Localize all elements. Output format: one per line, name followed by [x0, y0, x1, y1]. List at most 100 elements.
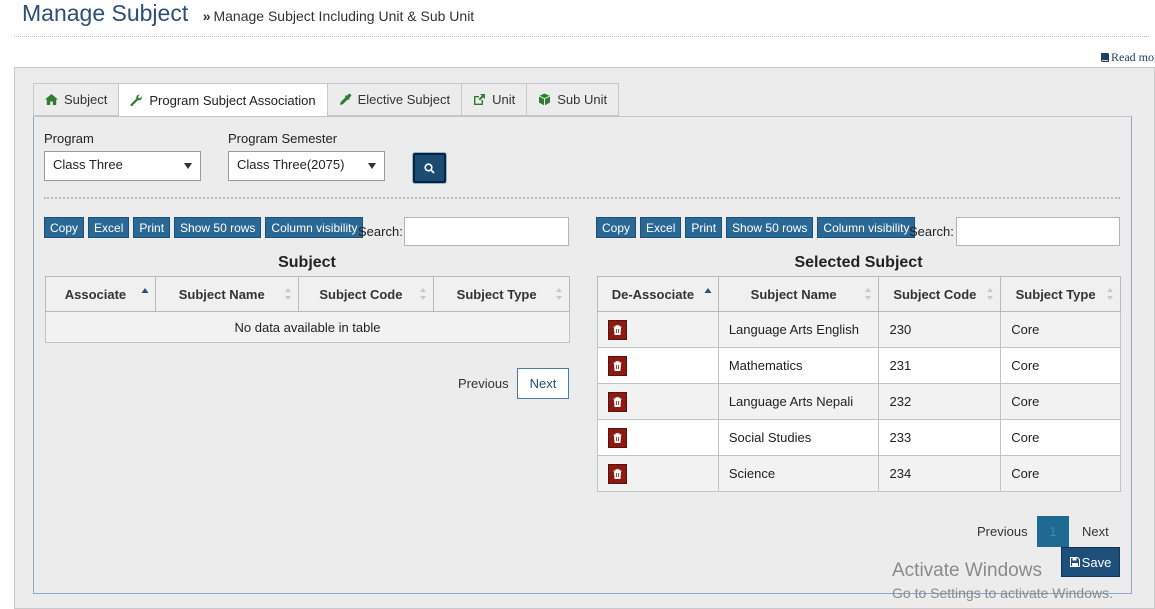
page-title: Manage Subject — [22, 0, 189, 26]
page-header: Manage Subject » Manage Subject Including… — [22, 0, 474, 30]
program-select[interactable]: Class Three — [44, 151, 201, 181]
de-associate-cell — [597, 311, 719, 348]
subject-code-cell: 232 — [878, 383, 1002, 420]
right-copy-button[interactable]: Copy — [596, 217, 637, 238]
program-select-value: Class Three — [53, 157, 123, 172]
tab-unit-label: Unit — [492, 92, 516, 107]
right-show-rows-button[interactable]: Show 50 rows — [726, 217, 814, 238]
column-header-label: Subject Code — [319, 286, 403, 302]
column-header-de-associate[interactable]: De-Associate — [597, 276, 719, 312]
tab-elective-subject[interactable]: Elective Subject — [326, 83, 463, 116]
selected-subject-table-header-row: De-Associate Subject Name Subject Code S… — [597, 276, 1121, 312]
subject-name-cell: Language Arts Nepali — [717, 383, 880, 420]
double-chevron-right-icon: » — [202, 8, 211, 24]
header-divider — [14, 36, 1149, 37]
trash-icon — [613, 432, 622, 443]
program-semester-label: Program Semester — [228, 131, 338, 146]
column-header-label: Subject Name — [750, 286, 837, 302]
left-print-button[interactable]: Print — [133, 217, 171, 238]
read-more-text: Read more — [1111, 50, 1155, 64]
right-print-button[interactable]: Print — [685, 217, 723, 238]
subject-code-cell: 230 — [878, 311, 1002, 348]
subject-name-cell: Language Arts English — [717, 311, 880, 348]
left-pager-previous[interactable]: Previous — [458, 376, 509, 391]
sort-both-icon — [556, 288, 562, 300]
program-semester-select[interactable]: Class Three(2075) — [228, 151, 385, 181]
book-icon — [1101, 53, 1109, 62]
subject-name-cell: Social Studies — [717, 419, 880, 456]
left-excel-button[interactable]: Excel — [88, 217, 130, 238]
right-pager-page-1[interactable]: 1 — [1037, 516, 1069, 547]
subject-table: Associate Subject Name Subject Code Subj… — [45, 276, 570, 343]
delete-button[interactable] — [608, 463, 627, 484]
right-excel-button[interactable]: Excel — [640, 217, 682, 238]
read-more-link[interactable]: Read more — [1100, 50, 1155, 65]
delete-button[interactable] — [608, 319, 627, 340]
column-header-subject-code[interactable]: Subject Code — [297, 276, 435, 312]
tab-program-subject-association-label: Program Subject Association — [149, 92, 316, 108]
tab-subject-label: Subject — [64, 92, 108, 107]
left-column-visibility-button[interactable]: Column visibility — [265, 217, 364, 238]
cube-icon — [539, 93, 551, 106]
tab-sub-unit[interactable]: Sub Unit — [526, 83, 620, 116]
floppy-disk-icon — [1069, 557, 1080, 567]
activate-windows-subtitle: Go to Settings to activate Windows. — [892, 585, 1113, 601]
delete-button[interactable] — [608, 427, 627, 448]
subject-code-cell: 234 — [878, 455, 1002, 492]
subject-code-cell: 233 — [878, 419, 1002, 456]
sort-asc-icon — [704, 288, 712, 293]
de-associate-cell — [597, 347, 719, 384]
caret-down-icon — [368, 163, 376, 169]
search-icon — [424, 162, 435, 174]
de-associate-cell — [597, 383, 719, 420]
column-header-subject-type[interactable]: Subject Type — [1000, 276, 1121, 312]
tab-unit[interactable]: Unit — [461, 83, 528, 116]
column-header-label: Subject Type — [456, 286, 537, 302]
delete-button[interactable] — [608, 355, 627, 376]
table-row: Mathematics 231 Core — [597, 347, 1121, 384]
column-header-label: De-Associate — [611, 286, 695, 302]
column-header-subject-code[interactable]: Subject Code — [878, 276, 1002, 312]
left-search-input[interactable] — [404, 217, 569, 246]
subject-type-cell: Core — [1000, 383, 1121, 420]
tab-subject[interactable]: Subject — [33, 83, 120, 116]
save-button-label: Save — [1081, 554, 1112, 570]
delete-button[interactable] — [608, 391, 627, 412]
right-pager-next[interactable]: Next — [1082, 524, 1109, 539]
left-show-rows-button[interactable]: Show 50 rows — [174, 217, 262, 238]
column-header-subject-name[interactable]: Subject Name — [154, 276, 299, 312]
sort-asc-icon — [141, 288, 149, 293]
table-row: Social Studies 233 Core — [597, 419, 1121, 456]
trash-icon — [613, 324, 622, 335]
subject-type-cell: Core — [1000, 419, 1121, 456]
right-search-label: Search: — [909, 224, 954, 239]
table-row: No data available in table — [45, 311, 570, 343]
right-pager-previous[interactable]: Previous — [977, 524, 1028, 539]
tab-program-subject-association[interactable]: Program Subject Association — [118, 83, 328, 117]
right-search-input[interactable] — [956, 217, 1120, 246]
sort-both-icon — [1107, 288, 1113, 300]
column-header-subject-name[interactable]: Subject Name — [717, 276, 880, 312]
save-button[interactable]: Save — [1061, 547, 1120, 577]
tab-elective-subject-label: Elective Subject — [357, 92, 451, 107]
left-pager-next[interactable]: Next — [517, 368, 569, 399]
trash-icon — [613, 468, 622, 479]
table-row: Science 234 Core — [597, 455, 1121, 492]
subject-code-cell: 231 — [878, 347, 1002, 384]
subject-type-cell: Core — [1000, 455, 1121, 492]
column-header-label: Subject Code — [893, 286, 977, 302]
tab-sub-unit-label: Sub Unit — [557, 92, 608, 107]
column-header-associate[interactable]: Associate — [45, 276, 156, 312]
eyedropper-icon — [339, 93, 351, 105]
column-header-label: Subject Type — [1015, 286, 1096, 302]
filter-search-button[interactable] — [413, 153, 446, 183]
left-copy-button[interactable]: Copy — [44, 217, 85, 238]
right-column-visibility-button[interactable]: Column visibility — [817, 217, 916, 238]
table-row: Language Arts English 230 Core — [597, 311, 1121, 348]
column-header-subject-type[interactable]: Subject Type — [433, 276, 570, 312]
wrench-icon — [130, 94, 143, 106]
sort-both-icon — [987, 288, 994, 300]
de-associate-cell — [597, 419, 719, 456]
de-associate-cell — [597, 455, 719, 492]
left-search-label: Search: — [358, 224, 403, 239]
